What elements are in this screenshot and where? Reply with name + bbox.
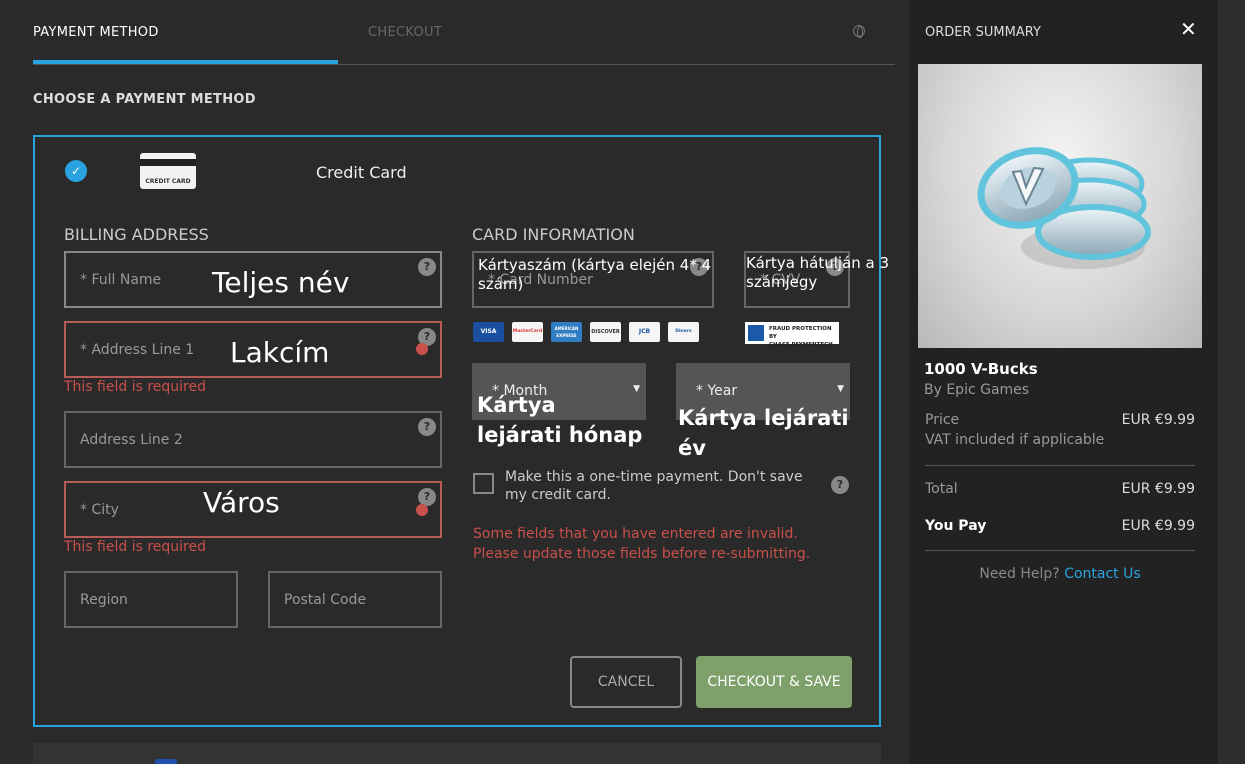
you-pay-value: EUR €9.99 <box>1121 518 1195 534</box>
chase-text-line-1: FRAUD PROTECTION BY <box>769 326 832 340</box>
help-icon[interactable]: ? <box>418 418 436 436</box>
order-summary-title: ORDER SUMMARY <box>925 25 1041 40</box>
price-label: Price <box>925 412 960 428</box>
total-label: Total <box>925 481 958 497</box>
help-line: Need Help? Contact Us <box>910 566 1210 582</box>
you-pay-label: You Pay <box>925 518 987 534</box>
tab-payment-method[interactable]: PAYMENT METHOD <box>33 25 159 40</box>
full-name-placeholder: * Full Name <box>80 271 162 288</box>
jcb-icon: JCB <box>629 322 660 342</box>
credit-card-icon-label: CREDIT CARD <box>145 178 191 185</box>
address-line-1-error: This field is required <box>64 379 207 395</box>
credit-card-icon: CREDIT CARD <box>140 153 196 189</box>
order-summary-panel: ORDER SUMMARY ✕ 1000 V-Bucks By Epic Gam… <box>910 0 1218 764</box>
help-icon[interactable]: ? <box>831 476 849 494</box>
error-icon <box>416 504 428 516</box>
section-heading: CHOOSE A PAYMENT METHOD <box>33 92 256 107</box>
year-placeholder: * Year <box>696 383 738 399</box>
card-information-heading: CARD INFORMATION <box>472 225 635 244</box>
full-name-field[interactable]: * Full Name ? <box>64 251 442 308</box>
need-help-text: Need Help? <box>979 566 1060 582</box>
address-line-2-field[interactable]: Address Line 2 ? <box>64 411 442 468</box>
chase-icon <box>748 325 764 341</box>
checkout-save-button[interactable]: CHECKOUT & SAVE <box>696 656 852 708</box>
checkout-tabs: PAYMENT METHOD CHECKOUT <box>33 0 895 65</box>
city-error: This field is required <box>64 539 207 555</box>
payment-panel: PAYMENT METHOD CHECKOUT CHOOSE A PAYMENT… <box>0 0 910 764</box>
city-field[interactable]: * City ? <box>64 481 442 538</box>
vat-note: VAT included if applicable <box>925 432 1105 448</box>
region-field[interactable]: Region <box>64 571 238 628</box>
address-line-1-placeholder: * Address Line 1 <box>80 341 195 358</box>
error-icon <box>416 343 428 355</box>
chevron-down-icon: ▼ <box>837 384 844 394</box>
form-invalid-message: Some fields that you have entered are in… <box>473 526 811 562</box>
diners-icon: Diners <box>668 322 699 342</box>
postal-code-field[interactable]: Postal Code <box>268 571 442 628</box>
tab-checkout[interactable]: CHECKOUT <box>368 25 442 40</box>
page-edge <box>1218 0 1245 764</box>
globe-icon[interactable] <box>853 25 865 38</box>
next-payment-option[interactable] <box>33 743 881 764</box>
month-select[interactable]: * Month ▼ <box>472 363 646 420</box>
one-time-payment-checkbox[interactable] <box>473 473 494 494</box>
check-icon[interactable]: ✓ <box>65 160 87 182</box>
price-value: EUR €9.99 <box>1121 412 1195 428</box>
card-number-field[interactable]: * Card Number ? <box>472 251 714 308</box>
contact-us-link[interactable]: Contact Us <box>1064 566 1140 582</box>
month-placeholder: * Month <box>492 383 548 399</box>
chase-text-line-2: CHASE PAYMENTECH <box>769 342 833 348</box>
divider <box>925 550 1195 551</box>
payment-option-title: Credit Card <box>316 163 407 182</box>
city-placeholder: * City <box>80 501 119 518</box>
product-name: 1000 V-Bucks <box>924 360 1038 378</box>
address-line-2-placeholder: Address Line 2 <box>80 431 183 448</box>
close-icon[interactable]: ✕ <box>1180 17 1197 41</box>
year-select[interactable]: * Year ▼ <box>676 363 850 420</box>
chase-fraud-protection-badge: FRAUD PROTECTION BY CHASE PAYMENTECH <box>745 322 839 348</box>
chevron-down-icon: ▼ <box>633 384 640 394</box>
postal-code-placeholder: Postal Code <box>284 591 367 608</box>
help-icon[interactable]: ? <box>826 258 844 276</box>
amex-icon: AMERICAN EXPRESS <box>551 322 582 342</box>
credit-card-option: ✓ CREDIT CARD Credit Card BILLING ADDRES… <box>33 135 889 727</box>
divider <box>925 465 1195 466</box>
billing-address-heading: BILLING ADDRESS <box>64 225 209 244</box>
active-tab-indicator <box>33 60 338 64</box>
discover-icon: DISCOVER <box>590 322 621 342</box>
total-value: EUR €9.99 <box>1121 481 1195 497</box>
cvv-field[interactable]: * CVV ? <box>744 251 850 308</box>
cvv-placeholder: * CVV <box>760 271 801 288</box>
product-publisher: By Epic Games <box>924 382 1030 398</box>
card-number-placeholder: * Card Number <box>488 271 593 288</box>
product-image <box>918 64 1202 348</box>
mastercard-icon: MasterCard <box>512 322 543 342</box>
help-icon[interactable]: ? <box>690 258 708 276</box>
v-bucks-coins-icon <box>977 147 1151 269</box>
cancel-button[interactable]: CANCEL <box>570 656 682 708</box>
region-placeholder: Region <box>80 591 128 608</box>
address-line-1-field[interactable]: * Address Line 1 ? <box>64 321 442 378</box>
visa-icon: VISA <box>473 322 504 342</box>
help-icon[interactable]: ? <box>418 258 436 276</box>
one-time-payment-label: Make this a one-time payment. Don't save… <box>505 469 803 503</box>
